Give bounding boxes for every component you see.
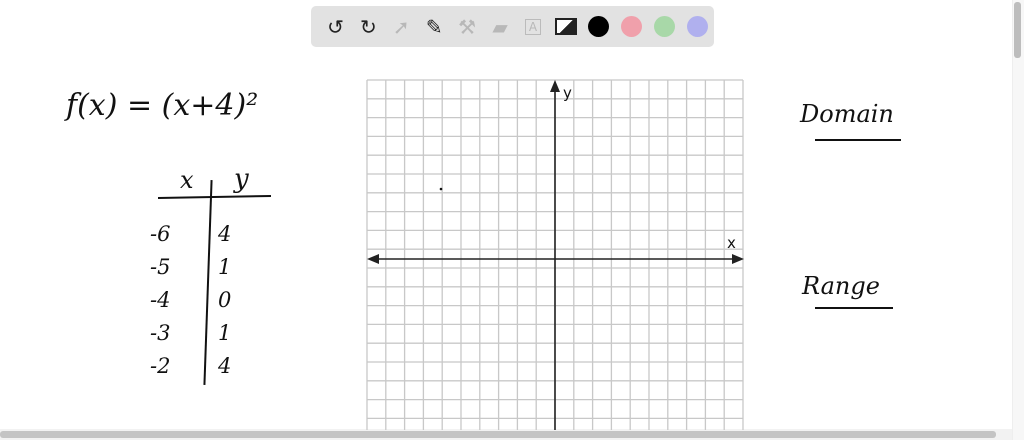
stray-dot <box>439 187 443 191</box>
x-axis-arrow-left <box>367 254 379 264</box>
vertical-scrollbar-thumb[interactable] <box>1014 2 1021 58</box>
vertical-scrollbar-track[interactable] <box>1012 0 1024 440</box>
horizontal-scrollbar-thumb[interactable] <box>0 431 996 438</box>
y-axis-label: y <box>563 84 572 102</box>
y-axis-arrow-up <box>550 80 560 92</box>
x-axis-arrow-right <box>732 254 744 264</box>
coordinate-grid[interactable] <box>0 0 1010 430</box>
x-axis-label: x <box>727 234 736 252</box>
